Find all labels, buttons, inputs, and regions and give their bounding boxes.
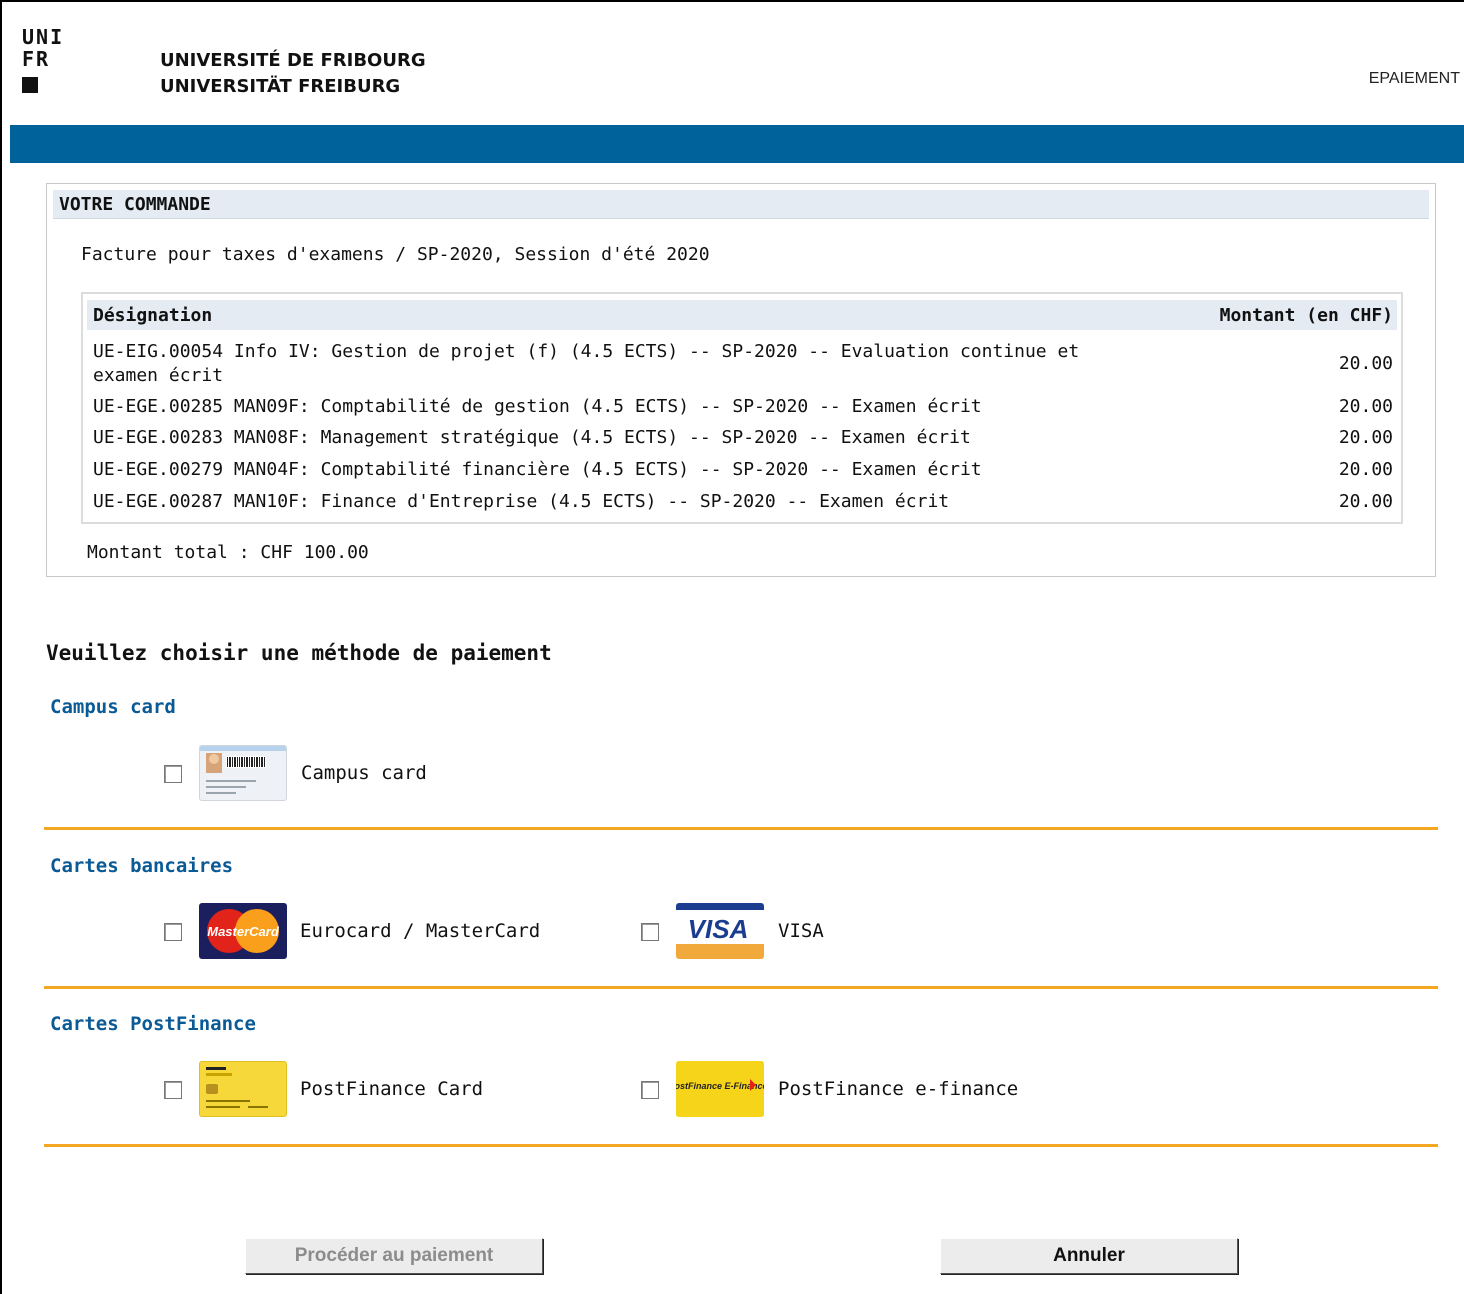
item-designation: UE-EGE.00285 MAN09F: Comptabilité de ges… [93,396,982,417]
separator [44,827,1438,830]
app-name: EPAIEMENT [1368,70,1460,87]
separator [44,1144,1438,1147]
order-heading: VOTRE COMMANDE [53,190,1429,219]
column-amount: Montant (en CHF) [1219,305,1393,326]
item-amount: 20.00 [1338,491,1393,512]
item-designation: UE-EGE.00287 MAN10F: Finance d'Entrepris… [93,491,950,512]
university-name-fr: UNIVERSITÉ DE FRIBOURG [160,50,426,71]
item-designation: UE-EGE.00283 MAN08F: Management stratégi… [93,427,971,448]
visa-checkbox[interactable] [641,923,659,941]
postfinance-card-checkbox[interactable] [164,1081,182,1099]
logo-line-fr: FR [22,47,51,71]
campus-card-label: Campus card [301,762,427,784]
postfinance-efinance-label: PostFinance e-finance [778,1078,1019,1100]
postfinance-card-icon[interactable] [199,1061,287,1117]
logo-square-icon [22,77,38,93]
mastercard-icon[interactable]: MasterCard [199,903,287,959]
postfinance-card-label: PostFinance Card [300,1078,484,1100]
items-table: Désignation Montant (en CHF) UE-EIG.0005… [81,292,1403,524]
postfinance-efinance-checkbox[interactable] [641,1081,659,1099]
item-amount: 20.00 [1338,427,1393,448]
visa-icon[interactable]: VISA [676,903,764,959]
item-amount: 20.00 [1338,353,1393,374]
campus-card-checkbox[interactable] [164,765,182,783]
category-bank-cards: Cartes bancaires [50,855,234,877]
visa-label: VISA [778,920,824,942]
cancel-button[interactable]: Annuler [940,1238,1238,1274]
item-amount: 20.00 [1338,396,1393,417]
university-name: UNIVERSITÉ DE FRIBOURG UNIVERSITÄT FREIB… [160,48,426,100]
header-blue-bar [10,125,1464,163]
items-table-header: Désignation Montant (en CHF) [87,300,1397,330]
separator [44,986,1438,989]
table-row: UE-EIG.00054 Info IV: Gestion de projet … [93,340,1393,388]
mastercard-icon-text: MasterCard [207,924,280,939]
column-designation: Désignation [93,305,213,326]
proceed-payment-button[interactable]: Procéder au paiement [245,1238,543,1274]
visa-icon-text: VISA [688,914,749,944]
unifr-logo: UNI FR [22,26,72,70]
item-amount: 20.00 [1338,459,1393,480]
order-total: Montant total : CHF 100.00 [87,542,369,563]
payment-method-title: Veuillez choisir une méthode de paiement [46,641,552,665]
category-postfinance: Cartes PostFinance [50,1013,256,1035]
campus-card-icon[interactable] [199,745,287,801]
mastercard-label: Eurocard / MasterCard [300,920,541,942]
mastercard-checkbox[interactable] [164,923,182,941]
item-designation: UE-EIG.00054 Info IV: Gestion de projet … [93,341,1080,386]
order-box: VOTRE COMMANDE Facture pour taxes d'exam… [46,183,1436,577]
category-campus-card: Campus card [50,696,176,718]
postfinance-efinance-icon[interactable]: PostFinance E-Finance [676,1061,764,1117]
item-designation: UE-EGE.00279 MAN04F: Comptabilité financ… [93,459,982,480]
university-name-de: UNIVERSITÄT FREIBURG [160,76,401,97]
invoice-description: Facture pour taxes d'examens / SP-2020, … [81,244,710,265]
logo-line-uni: UNI [22,25,65,49]
